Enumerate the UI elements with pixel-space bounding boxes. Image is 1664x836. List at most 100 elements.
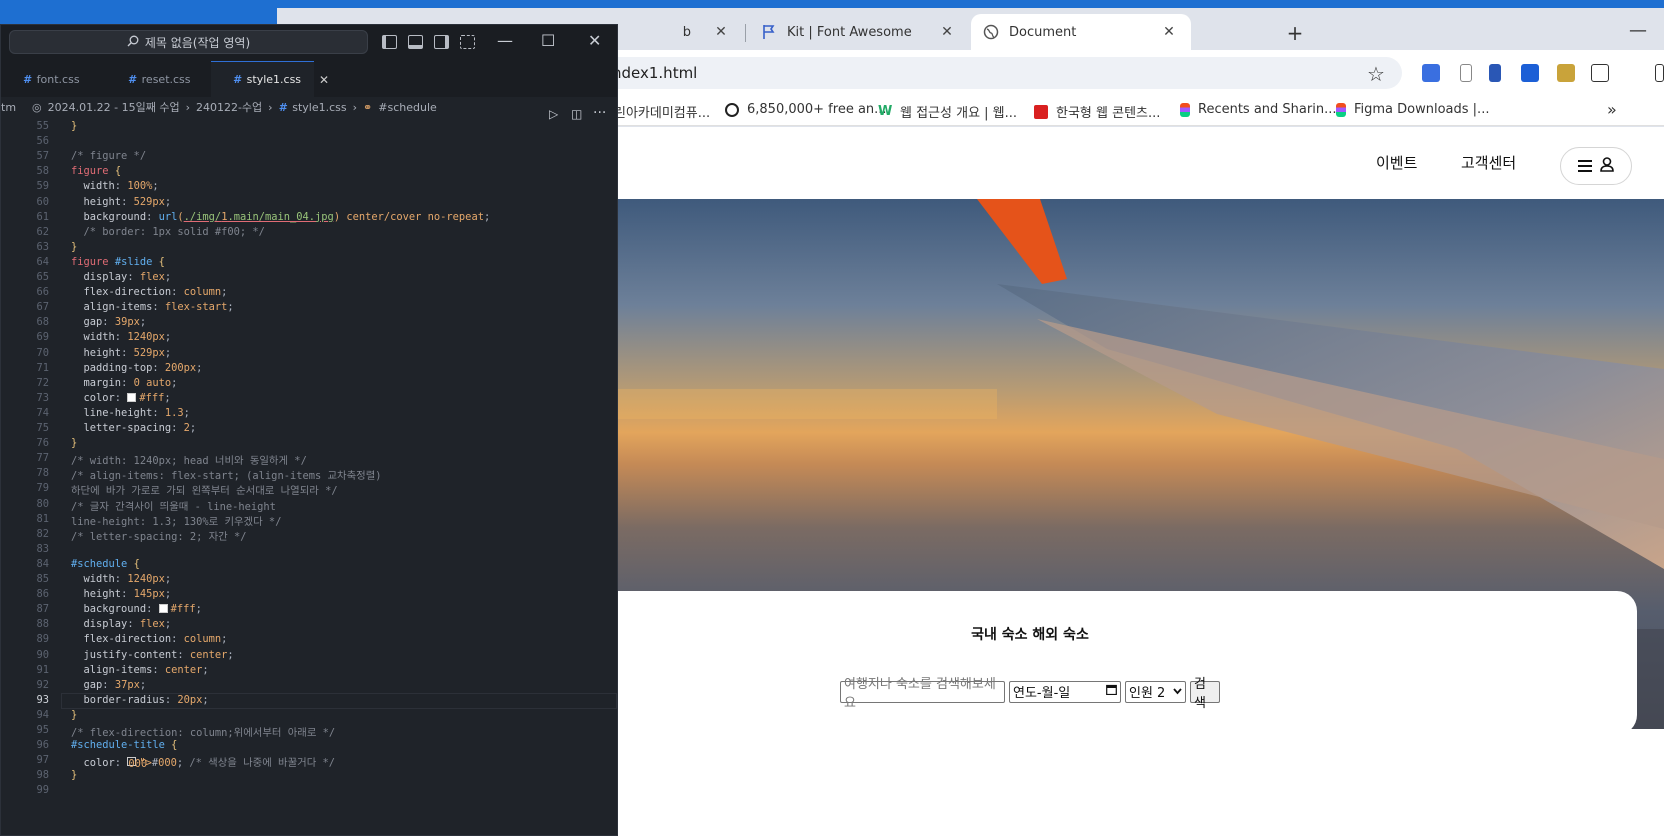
extension-icon[interactable]	[1521, 64, 1539, 82]
minimize-window-button[interactable]: —	[1629, 20, 1649, 41]
code-line[interactable]: height: 529px;	[71, 196, 172, 208]
bookmark-star-icon[interactable]: ☆	[1367, 62, 1385, 86]
code-line[interactable]: line-height: 1.3; 130%로 키우겠다 */	[71, 513, 281, 528]
minimize-icon[interactable]: —	[497, 31, 513, 50]
code-line[interactable]: width: 100%;	[71, 180, 159, 192]
code-line[interactable]: display: flex;	[71, 271, 172, 283]
code-line[interactable]: align-items: flex-start;	[71, 301, 234, 313]
breadcrumb-item[interactable]: tm	[1, 101, 16, 114]
tab-font-css[interactable]: # font.css	[1, 61, 106, 97]
line-number: 95	[36, 724, 49, 736]
breadcrumb-item[interactable]: 240122-수업	[196, 99, 262, 115]
command-center[interactable]: 제목 없음(작업 영역)	[9, 30, 368, 54]
search-input[interactable]: 여행지나 숙소를 검색해보세요	[840, 677, 1005, 711]
extension-icon[interactable]	[1460, 64, 1472, 82]
browser-tab-font-awesome[interactable]: Kit | Font Awesome ✕	[749, 14, 969, 50]
toggle-panel-icon[interactable]	[408, 35, 423, 49]
tab-reset-css[interactable]: # reset.css	[106, 61, 211, 97]
code-line[interactable]: /* align-items: flex-start; (align-items…	[71, 467, 382, 482]
code-line[interactable]: }	[71, 437, 77, 449]
side-panel-icon[interactable]	[1655, 64, 1664, 82]
nav-support-link[interactable]: 고객센터	[1461, 152, 1516, 173]
new-tab-button[interactable]: +	[1283, 22, 1307, 46]
close-icon[interactable]: ✕	[588, 31, 601, 50]
nav-event-link[interactable]: 이벤트	[1376, 152, 1417, 173]
code-line[interactable]: }	[71, 241, 77, 253]
code-line[interactable]: align-items: center;	[71, 664, 209, 676]
maximize-icon[interactable]: ☐	[541, 31, 555, 50]
code-line[interactable]: figure {	[71, 165, 121, 177]
toggle-sidebar-icon[interactable]	[382, 35, 397, 49]
code-line[interactable]: line-height: 1.3;	[71, 407, 190, 419]
search-button[interactable]: 검색	[1190, 677, 1220, 711]
code-line[interactable]: letter-spacing: 2;	[71, 422, 197, 434]
code-line[interactable]: 하단에 바가 가로로 가되 왼쪽부터 순서대로 나열되라 */	[71, 482, 338, 497]
code-line[interactable]: figure #slide {	[71, 256, 165, 268]
search-form: 여행지나 숙소를 검색해보세요 연도-월-일 인원 2 검색	[840, 677, 1220, 711]
code-line[interactable]: #schedule {	[71, 558, 140, 570]
people-select[interactable]: 인원 2	[1125, 680, 1186, 703]
vscode-window: 제목 없음(작업 영역) — ☐ ✕ # font.css # reset.cs…	[0, 24, 618, 836]
code-line[interactable]: /* figure */	[71, 150, 146, 162]
code-editor[interactable]: 55} 56 57 /* figure */ 58 figure {59 width: 1…	[1, 117, 617, 836]
breadcrumb-item[interactable]: style1.css	[292, 101, 346, 114]
code-line[interactable]: flex-direction: column;	[71, 286, 228, 298]
code-line[interactable]: background: url(./img/1.main/main_04.jpg…	[71, 211, 491, 223]
bookmark-item[interactable]: Recents and Sharin...	[1180, 102, 1336, 117]
code-line[interactable]: }	[71, 709, 77, 721]
bookmark-item[interactable]: 린아카데미컴퓨...	[614, 102, 710, 121]
line-number: 70	[36, 346, 49, 359]
code-line[interactable]: height: 145px;	[71, 588, 172, 600]
date-input[interactable]: 연도-월-일	[1009, 680, 1121, 703]
account-menu-button[interactable]	[1560, 147, 1632, 185]
code-line[interactable]: /* width: 1240px; head 너비와 동일하게 */	[71, 452, 307, 467]
bookmark-label: 웹 접근성 개요 | 웹...	[900, 106, 1018, 121]
code-line[interactable]: display: flex;	[71, 618, 172, 630]
line-number: 63	[36, 240, 49, 253]
code-line[interactable]: }	[71, 120, 77, 132]
code-line[interactable]: #schedule-title {	[71, 739, 177, 751]
puzzle-extensions-icon[interactable]	[1591, 64, 1609, 82]
code-line[interactable]: border-radius: 20px;	[71, 694, 209, 706]
bookmark-item[interactable]: Figma Downloads |...	[1336, 102, 1489, 117]
code-line[interactable]: margin: 0 auto;	[71, 377, 178, 389]
tab-style1-css[interactable]: # style1.css ✕	[211, 61, 329, 97]
close-tab-icon[interactable]: ✕	[939, 24, 955, 40]
close-tab-icon[interactable]: ✕	[713, 24, 729, 40]
code-line[interactable]: width: 1240px;	[71, 573, 172, 585]
line-number: 83	[36, 542, 49, 555]
code-line[interactable]: justify-content: center;	[71, 649, 234, 661]
code-line[interactable]: color: 000">#000; /* 색상을 나중에 바꿀거다 */	[71, 754, 335, 770]
extension-icon[interactable]	[1557, 64, 1575, 82]
more-bookmarks-button[interactable]: »	[1607, 100, 1617, 119]
bookmark-item[interactable]: 6,850,000+ free an...	[725, 102, 887, 117]
toggle-secondary-sidebar-icon[interactable]	[434, 35, 449, 49]
code-line[interactable]: }	[71, 769, 77, 781]
line-number: 90	[36, 648, 49, 661]
line-number: 55	[36, 120, 49, 132]
line-number: 93	[36, 693, 49, 706]
code-line[interactable]: flex-direction: column;	[71, 633, 228, 645]
code-line[interactable]: padding-top: 200px;	[71, 362, 203, 374]
code-line[interactable]: width: 1240px;	[71, 331, 172, 343]
breadcrumb-item[interactable]: #schedule	[378, 101, 437, 114]
bookmark-item[interactable]: W 웹 접근성 개요 | 웹...	[878, 102, 1017, 121]
figma-icon	[1336, 102, 1346, 117]
code-line[interactable]: gap: 37px;	[71, 679, 147, 691]
code-line[interactable]: gap: 39px;	[71, 316, 147, 328]
close-tab-icon[interactable]: ✕	[319, 73, 329, 87]
code-line[interactable]: /* letter-spacing: 2; 자간 */	[71, 528, 247, 543]
breadcrumb-item[interactable]: 2024.01.22 - 15일째 수업	[48, 99, 180, 115]
code-line[interactable]: /* border: 1px solid #f00; */	[71, 226, 265, 238]
code-line[interactable]: color: #fff;	[71, 392, 171, 404]
code-line[interactable]: /* 글자 간격사이 띄울때 - line-height	[71, 498, 276, 513]
bookmark-item[interactable]: 한국형 웹 콘텐츠...	[1034, 102, 1160, 121]
close-tab-icon[interactable]: ✕	[1161, 24, 1177, 40]
customize-layout-icon[interactable]	[460, 35, 475, 49]
code-line[interactable]: background: #fff;	[71, 603, 202, 615]
code-line[interactable]: /* flex-direction: column;위에서부터 아래로 */	[71, 724, 335, 739]
extension-icon[interactable]	[1422, 64, 1440, 82]
browser-tab-document[interactable]: Document ✕	[971, 14, 1191, 50]
extension-icon[interactable]	[1489, 64, 1501, 82]
code-line[interactable]: height: 529px;	[71, 347, 172, 359]
